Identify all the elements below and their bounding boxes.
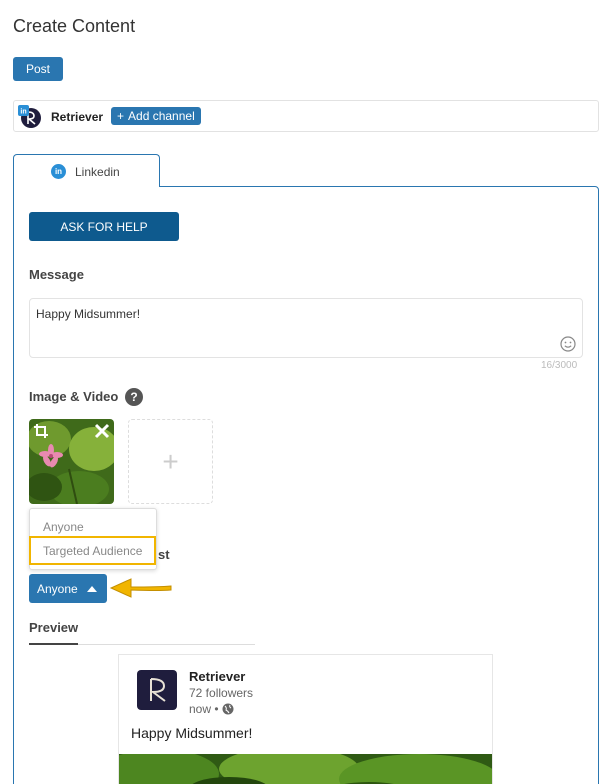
page-title: Create Content [13, 16, 136, 36]
preview-tab-indicator [29, 643, 78, 645]
arrow-annotation [109, 578, 172, 598]
post-button[interactable]: Post [13, 57, 63, 81]
ask-for-help-button[interactable]: ASK FOR HELP [29, 212, 179, 241]
highlight-annotation [29, 536, 156, 565]
card-image [119, 754, 492, 784]
card-timestamp: now • [189, 702, 234, 716]
message-text: Happy Midsummer! [36, 307, 141, 321]
image-video-label: Image & Video [29, 389, 119, 404]
plus-icon: + [117, 109, 125, 123]
crop-icon[interactable] [33, 423, 49, 439]
close-icon[interactable] [94, 423, 110, 439]
card-company-name: Retriever [189, 669, 246, 684]
char-count: 16/3000 [541, 360, 578, 371]
tab-linkedin[interactable]: in Linkedin [13, 154, 160, 187]
channel-bar: in Retriever + Add channel [13, 100, 599, 132]
plus-icon: + [162, 445, 179, 477]
card-followers: 72 followers [189, 686, 254, 700]
globe-icon [222, 703, 234, 715]
channel-avatar[interactable]: in [18, 105, 42, 129]
dropdown-option-anyone[interactable]: Anyone [43, 520, 84, 534]
tab-label: Linkedin [75, 165, 120, 179]
visibility-select-button[interactable]: Anyone [29, 574, 107, 603]
company-logo [137, 670, 177, 710]
visibility-selected: Anyone [37, 581, 78, 596]
visibility-label: st [158, 547, 170, 562]
svg-text:in: in [20, 109, 26, 116]
message-label: Message [29, 267, 84, 282]
tab-preview[interactable]: Preview [29, 620, 78, 635]
smiley-icon[interactable] [560, 336, 576, 352]
card-time-text: now • [189, 702, 219, 716]
question-icon[interactable]: ? [125, 388, 143, 406]
card-message: Happy Midsummer! [131, 725, 253, 741]
linkedin-icon: in [51, 164, 66, 179]
preview-card: Retriever 72 followers now • Happy Midsu… [118, 654, 493, 784]
add-media-button[interactable]: + [128, 419, 213, 504]
caret-up-icon [86, 585, 97, 592]
message-field[interactable]: Happy Midsummer! [29, 298, 583, 358]
channel-name: Retriever [51, 110, 104, 124]
add-channel-button[interactable]: + Add channel [111, 107, 201, 125]
add-channel-label: Add channel [128, 109, 195, 123]
media-thumbnail[interactable] [29, 419, 114, 504]
